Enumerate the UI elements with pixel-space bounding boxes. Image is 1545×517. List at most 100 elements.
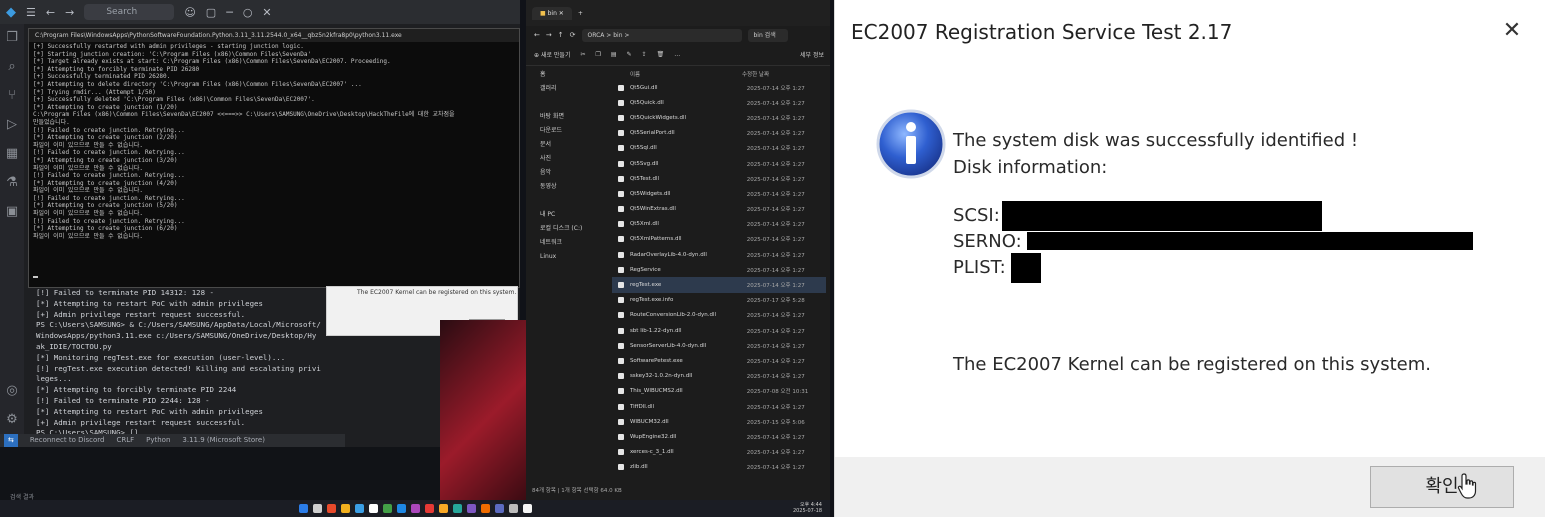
status-item[interactable]: Reconnect to Discord <box>30 434 105 447</box>
status-item[interactable]: Python <box>146 434 170 447</box>
file-row[interactable]: Qt5Xml.dll 2025-07-14 오후 1:27 <box>612 217 826 232</box>
file-row[interactable]: WupEngine32.dll 2025-07-14 오후 1:27 <box>612 429 826 444</box>
nav-item[interactable]: 바탕 화면 <box>526 110 608 124</box>
status-item[interactable]: CRLF <box>116 434 134 447</box>
close-icon[interactable]: ✕ <box>262 6 271 19</box>
nav-item[interactable]: 동영상 <box>526 180 608 194</box>
file-row[interactable]: Qt5Widgets.dll 2025-07-14 오후 1:27 <box>612 186 826 201</box>
new-item-button[interactable]: ⊕ 새로 만들기 <box>534 50 570 59</box>
command-search-input[interactable]: Search <box>84 4 175 20</box>
file-row[interactable]: RegService 2025-07-14 오후 1:27 <box>612 262 826 277</box>
file-row[interactable]: SoftwarePetest.exe 2025-07-14 오후 1:27 <box>612 353 826 368</box>
file-row[interactable]: RouteConversionLib-2.0-dyn.dll 2025-07-14… <box>612 308 826 323</box>
file-row[interactable]: Qt5WinExtras.dll 2025-07-14 오후 1:27 <box>612 202 826 217</box>
file-row[interactable]: WIBUCM32.dll 2025-07-15 오후 5:06 <box>612 414 826 429</box>
nav-item[interactable]: 로컬 디스크 (C:) <box>526 222 608 236</box>
more-icon[interactable]: … <box>674 51 680 58</box>
file-row[interactable]: Qt5XmlPatterns.dll 2025-07-14 오후 1:27 <box>612 232 826 247</box>
tab-close-icon[interactable]: ✕ <box>559 10 564 17</box>
taskbar-app-icon[interactable] <box>354 504 364 513</box>
file-row[interactable]: Qt5Test.dll 2025-07-14 오후 1:27 <box>612 171 826 186</box>
run-debug-icon[interactable]: ▷ <box>7 117 17 132</box>
file-row[interactable]: regTest.exe.info 2025-07-17 오후 5:28 <box>612 293 826 308</box>
taskbar-app-icon[interactable] <box>396 504 406 513</box>
back-arrow-icon[interactable]: ← <box>46 6 55 19</box>
source-control-icon[interactable]: ⑂ <box>8 88 16 103</box>
nav-item[interactable]: 내 PC <box>526 208 608 222</box>
menu-icon[interactable]: ☰ <box>26 6 36 19</box>
search-icon[interactable]: ⌕ <box>8 59 15 74</box>
ok-button[interactable]: 확인 <box>1370 466 1514 508</box>
layout-icon[interactable]: ▢ <box>206 6 216 19</box>
taskbar-app-icon[interactable] <box>410 504 420 513</box>
file-row[interactable]: RadarOverlayLib-4.0-dyn.dll 2025-07-14 오후… <box>612 247 826 262</box>
forward-arrow-icon[interactable]: → <box>65 6 74 19</box>
nav-item[interactable]: 홈 <box>526 68 608 82</box>
remote-icon[interactable]: ▣ <box>6 204 18 219</box>
integrated-terminal[interactable]: [!] Failed to terminate PID 14312: 128 -… <box>28 288 348 434</box>
taskbar-app-icon[interactable] <box>494 504 504 513</box>
file-row[interactable]: TiffDll.dll 2025-07-14 오후 1:27 <box>612 399 826 414</box>
rename-icon[interactable]: ✎ <box>627 51 632 58</box>
file-row[interactable]: xerces-c_3_1.dll 2025-07-14 오후 1:27 <box>612 445 826 460</box>
taskbar-app-icon[interactable] <box>424 504 434 513</box>
paste-icon[interactable]: ▤ <box>611 51 617 58</box>
account-icon[interactable]: ☺ <box>184 6 195 19</box>
status-item[interactable]: 3.11.9 (Microsoft Store) <box>182 434 265 447</box>
file-row[interactable]: sbt lib-1.22-dyn.dll 2025-07-14 오후 1:27 <box>612 323 826 338</box>
account-avatar-icon[interactable]: ◎ <box>6 383 17 398</box>
nav-item[interactable]: 네트워크 <box>526 236 608 250</box>
file-row[interactable]: Qt5Sql.dll 2025-07-14 오후 1:27 <box>612 141 826 156</box>
name-column-header[interactable]: 이름 <box>612 70 742 80</box>
minimize-icon[interactable]: ─ <box>226 6 233 19</box>
explorer-icon[interactable]: ❐ <box>6 30 18 45</box>
taskbar-app-icon[interactable] <box>466 504 476 513</box>
taskbar-app-icon[interactable] <box>452 504 462 513</box>
new-tab-icon[interactable]: + <box>578 10 583 17</box>
delete-icon[interactable]: 🗑 <box>657 51 665 58</box>
nav-item[interactable]: 음악 <box>526 166 608 180</box>
taskbar-app-icon[interactable] <box>480 504 490 513</box>
nav-item[interactable]: Linux <box>526 250 608 264</box>
taskbar-app-icon[interactable] <box>298 504 308 513</box>
explorer-tab[interactable]: ■ bin ✕ <box>532 6 572 20</box>
explorer-search-input[interactable]: bin 검색 <box>747 28 788 42</box>
testing-icon[interactable]: ⚗ <box>6 175 18 190</box>
taskbar-app-icon[interactable] <box>522 504 532 513</box>
python-console-window[interactable]: C:\Program Files\WindowsApps\PythonSoftw… <box>28 28 520 288</box>
nav-item[interactable]: 갤러리 <box>526 82 608 96</box>
nav-item[interactable]: 문서 <box>526 138 608 152</box>
dialog-close-icon[interactable]: ✕ <box>1499 18 1525 44</box>
file-row[interactable]: regTest.exe 2025-07-14 오후 1:27 <box>612 277 826 293</box>
refresh-icon[interactable]: ⟳ <box>570 31 576 39</box>
forward-icon[interactable]: → <box>546 31 552 39</box>
taskbar-app-icon[interactable] <box>326 504 336 513</box>
file-row[interactable]: Qt5QuickWidgets.dll 2025-07-14 오후 1:27 <box>612 110 826 125</box>
extensions-icon[interactable]: ▦ <box>6 146 18 161</box>
file-row[interactable]: Qt5Gui.dll 2025-07-14 오후 1:27 <box>612 80 826 95</box>
remote-indicator-icon[interactable]: ⇆ <box>4 434 18 447</box>
cut-icon[interactable]: ✂ <box>580 51 585 58</box>
nav-item[interactable]: 사진 <box>526 152 608 166</box>
date-column-header[interactable]: 수정한 날짜 <box>742 70 769 80</box>
maximize-icon[interactable]: ○ <box>243 6 253 19</box>
nav-item[interactable]: 다운로드 <box>526 124 608 138</box>
taskbar-app-icon[interactable] <box>508 504 518 513</box>
taskbar-app-icon[interactable] <box>368 504 378 513</box>
taskbar-app-icon[interactable] <box>382 504 392 513</box>
taskbar-app-icon[interactable] <box>340 504 350 513</box>
system-tray-clock[interactable]: 오후 4:44 2025-07-18 <box>793 502 822 514</box>
file-row[interactable]: zlib.dll 2025-07-14 오후 1:27 <box>612 460 826 475</box>
copy-icon[interactable]: ❐ <box>596 51 601 58</box>
file-row[interactable]: Qt5SerialPort.dll 2025-07-14 오후 1:27 <box>612 126 826 141</box>
file-row[interactable]: Qt5Svg.dll 2025-07-14 오후 1:27 <box>612 156 826 171</box>
up-icon[interactable]: ↑ <box>558 31 564 39</box>
file-row[interactable]: sskey32-1.0.2n-dyn.dll 2025-07-14 오후 1:27 <box>612 369 826 384</box>
taskbar-app-icon[interactable] <box>438 504 448 513</box>
back-icon[interactable]: ← <box>534 31 540 39</box>
taskbar-app-icon[interactable] <box>312 504 322 513</box>
address-bar[interactable]: ORCA > bin > <box>581 28 742 42</box>
file-row[interactable]: Qt5Quick.dll 2025-07-14 오후 1:27 <box>612 95 826 110</box>
settings-gear-icon[interactable]: ⚙ <box>6 412 18 427</box>
share-icon[interactable]: ⇪ <box>642 51 647 58</box>
